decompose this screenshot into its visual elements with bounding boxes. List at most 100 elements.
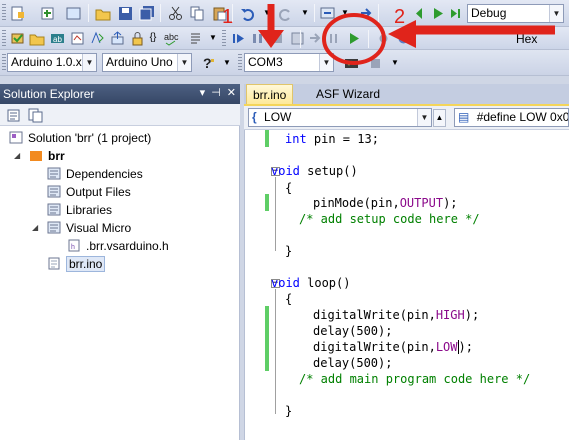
toolbar-options-icon[interactable]: ▼	[204, 29, 222, 47]
chevron-down-icon: ▼	[319, 54, 333, 71]
code-text: }	[285, 404, 293, 418]
toolbar-grip[interactable]	[2, 54, 6, 72]
close-icon[interactable]: ✕	[227, 86, 236, 99]
stop-icon[interactable]	[268, 29, 286, 47]
start-debug-icon[interactable]	[428, 4, 446, 22]
tab-brr-ino[interactable]: brr.ino	[246, 84, 294, 104]
tree-item-ino-file[interactable]: brr.ino	[46, 255, 106, 272]
redo-icon[interactable]	[276, 4, 294, 22]
stop-serial-icon[interactable]	[366, 54, 384, 72]
save-icon[interactable]	[116, 4, 134, 22]
code-line: digitalWrite(pin,HIGH);	[313, 307, 479, 324]
undo-dropdown-icon[interactable]: ▼	[258, 4, 276, 22]
serial-icon[interactable]	[68, 29, 86, 47]
folder-icon	[46, 167, 62, 181]
tree-item-solution[interactable]: Solution 'brr' (1 project)	[8, 129, 151, 146]
back-arrow-icon[interactable]	[410, 4, 428, 22]
constant: LOW	[435, 340, 459, 354]
navigate-dropdown-icon[interactable]: ▼	[336, 4, 354, 22]
tab-label: ASF Wizard	[316, 87, 381, 101]
solution-tree: Solution 'brr' (1 project) ◢ brr Depende…	[0, 126, 240, 440]
code-text: );	[443, 196, 458, 210]
toolbar-options-icon[interactable]: ▼	[218, 54, 236, 72]
step-into-icon[interactable]	[229, 29, 247, 47]
ide-version-select[interactable]: Arduino 1.0.x ▼	[7, 53, 97, 72]
navigate-forward-icon[interactable]	[356, 4, 374, 22]
board-select[interactable]: Arduino Uno ▼	[102, 53, 192, 72]
properties-icon[interactable]	[4, 106, 22, 124]
add-item-icon[interactable]	[38, 4, 56, 22]
change-marker	[265, 130, 269, 147]
code-text: delay(500);	[313, 356, 393, 370]
toolbar-grip[interactable]	[2, 30, 6, 48]
tree-item-project[interactable]: ◢ brr	[14, 147, 65, 164]
cut-icon[interactable]	[166, 4, 184, 22]
play-icon[interactable]	[344, 29, 362, 47]
new-project-icon[interactable]	[8, 4, 26, 22]
visual-micro-toolbar: ab {} abc ▼ Hex	[0, 27, 569, 50]
break-icon[interactable]	[248, 29, 266, 47]
expand-arrow-icon[interactable]: ◢	[32, 223, 38, 232]
restart-icon[interactable]	[288, 29, 306, 47]
chevron-down-icon: ▼	[549, 5, 563, 22]
spell-icon[interactable]: abc	[164, 29, 182, 47]
open-sketch-icon[interactable]	[28, 29, 46, 47]
braces-icon[interactable]: {}	[144, 29, 162, 47]
configuration-value: Debug	[471, 6, 507, 20]
open-file-icon[interactable]	[94, 4, 112, 22]
svg-text:abc: abc	[164, 32, 179, 42]
tree-item-label: brr	[48, 148, 65, 163]
code-editor[interactable]: − − int pin = 13; void setup() { pinMode…	[244, 130, 569, 440]
expand-arrow-icon[interactable]: ◢	[14, 151, 20, 160]
chevron-down-icon: ▼	[177, 54, 191, 71]
show-all-files-icon[interactable]	[26, 106, 44, 124]
chevron-down-icon: ▼	[417, 109, 431, 126]
document-tab-strip: brr.ino ASF Wizard	[244, 84, 569, 106]
save-all-icon[interactable]	[138, 4, 156, 22]
tree-item-visual-micro[interactable]: ◢ Visual Micro	[32, 219, 132, 236]
continue-icon[interactable]	[306, 29, 324, 47]
port-select[interactable]: COM3 ▼	[244, 53, 334, 72]
code-text: {	[285, 181, 293, 195]
definition-select[interactable]: ▤ #define LOW 0x0	[454, 108, 569, 127]
toolbar-options-icon[interactable]: ▼	[386, 54, 404, 72]
tree-item-label: Libraries	[66, 202, 113, 217]
build-icon[interactable]	[8, 29, 26, 47]
compile-icon[interactable]	[88, 29, 106, 47]
tree-item-libraries[interactable]: Libraries	[46, 201, 112, 218]
step-icon[interactable]	[446, 4, 464, 22]
tree-item-label: Visual Micro	[66, 220, 132, 235]
toolbar-grip[interactable]	[222, 30, 226, 48]
fold-guide	[275, 289, 276, 414]
serial-monitor-icon[interactable]	[342, 54, 360, 72]
pause-icon[interactable]	[324, 29, 342, 47]
upload-icon[interactable]	[108, 29, 126, 47]
code-line: /* add setup code here */	[299, 211, 480, 228]
web-icon[interactable]	[64, 4, 82, 22]
code-line: delay(500);	[313, 355, 392, 372]
tree-item-header-file[interactable]: h .brr.vsarduino.h	[66, 237, 169, 254]
pin-icon[interactable]: ⊣	[211, 86, 221, 99]
tree-item-output-files[interactable]: Output Files	[46, 183, 131, 200]
change-marker	[265, 194, 269, 211]
redo-dropdown-icon[interactable]: ▼	[296, 4, 314, 22]
copy-icon[interactable]	[188, 4, 206, 22]
split-icon[interactable]: ▲	[433, 109, 446, 127]
dropdown-icon[interactable]: ▾	[200, 86, 206, 99]
board-properties-icon[interactable]: ?	[198, 54, 216, 72]
ide-version-value: Arduino 1.0.x	[11, 55, 82, 69]
watch-icon[interactable]	[394, 29, 412, 47]
board-icon[interactable]: ab	[48, 29, 66, 47]
toolbar-grip[interactable]	[2, 4, 6, 22]
record-icon[interactable]	[374, 29, 392, 47]
tab-asf-wizard[interactable]: ASF Wizard	[310, 84, 386, 104]
comment-icon[interactable]	[186, 29, 204, 47]
configuration-select[interactable]: Debug ▼	[467, 4, 564, 23]
hex-label[interactable]: Hex	[516, 32, 537, 46]
tree-item-dependencies[interactable]: Dependencies	[46, 165, 143, 182]
toolbar-grip[interactable]	[238, 54, 242, 72]
member-select[interactable]: { LOW ▼	[248, 108, 432, 127]
navigate-back-icon[interactable]	[318, 4, 336, 22]
undo-icon[interactable]	[238, 4, 256, 22]
tree-item-label: .brr.vsarduino.h	[86, 238, 169, 253]
